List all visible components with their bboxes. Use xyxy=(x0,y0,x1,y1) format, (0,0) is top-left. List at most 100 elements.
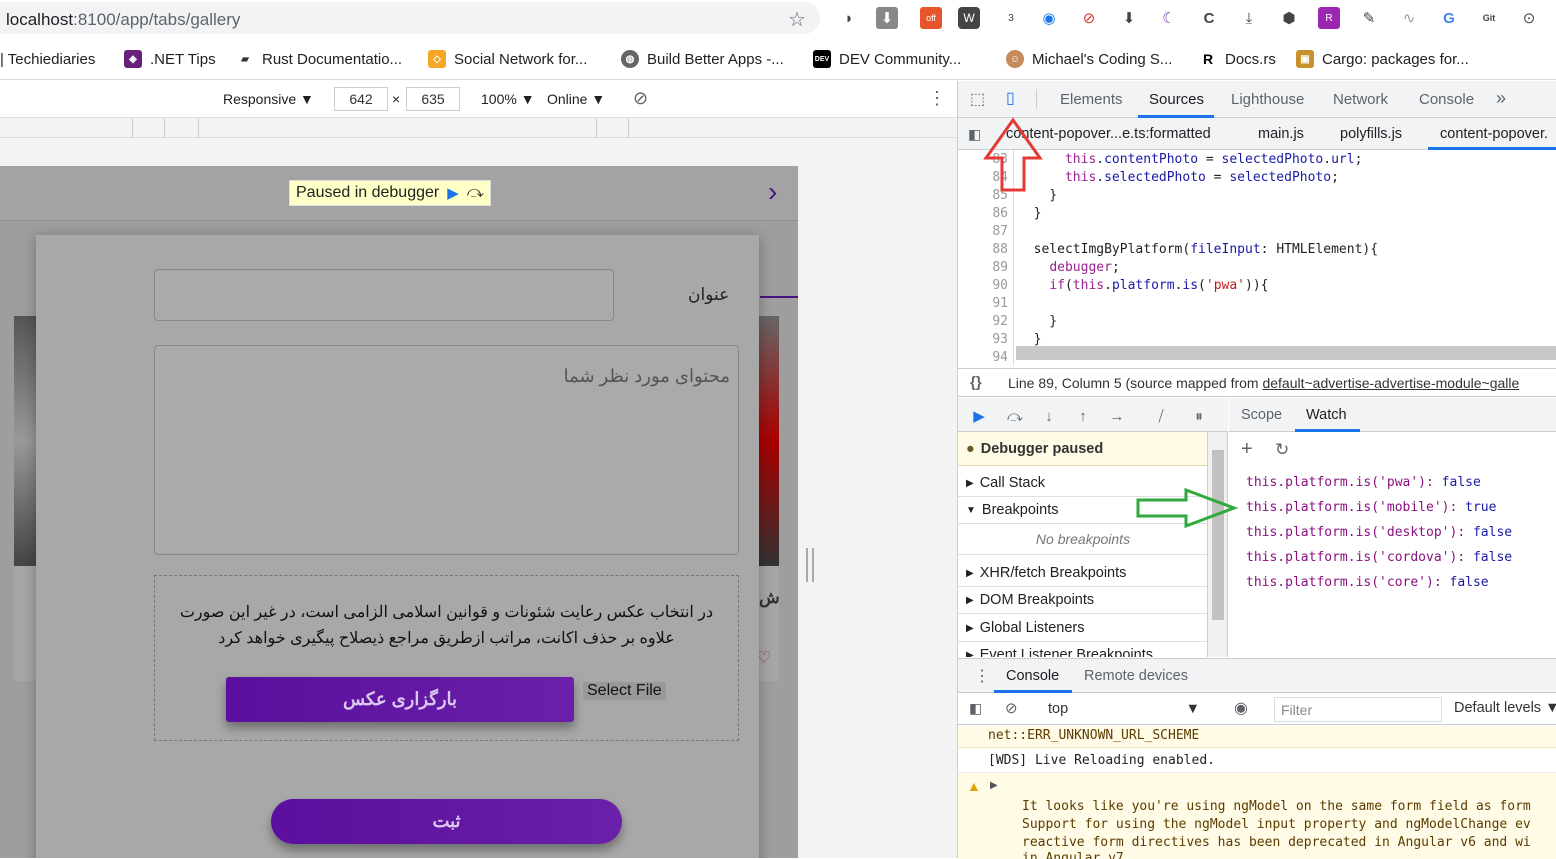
drawer-tab-console[interactable]: Console xyxy=(1006,668,1059,684)
watch-item[interactable]: this.platform.is('mobile'): true xyxy=(1246,500,1496,515)
tab-scope[interactable]: Scope xyxy=(1241,407,1282,423)
line-number[interactable]: 92 xyxy=(958,314,1008,329)
upload-photo-button[interactable]: بارگزاری عکس xyxy=(226,677,574,722)
pretty-print-icon[interactable]: {} xyxy=(970,374,982,391)
line-number[interactable]: 93 xyxy=(958,332,1008,347)
sidebar-scrollbar[interactable] xyxy=(1208,432,1228,657)
bookmark-1[interactable]: ◈ .NET Tips xyxy=(124,49,216,69)
log-levels-dropdown[interactable]: Default levels ▼ xyxy=(1454,700,1556,716)
drawer-menu-icon[interactable]: ⋮ xyxy=(974,666,990,686)
download-extension-icon[interactable]: ⬇ xyxy=(876,7,898,29)
more-tabs-button[interactable]: » xyxy=(1496,88,1506,109)
heart-icon[interactable]: ♡ xyxy=(757,648,771,668)
responsive-dropdown[interactable]: Responsive ▼ xyxy=(223,91,314,107)
watch-item[interactable]: this.platform.is('core'): false xyxy=(1246,575,1489,590)
step-over-button-icon[interactable]: ⤼ xyxy=(1004,406,1026,426)
width-input[interactable]: 642 xyxy=(334,87,388,111)
circle-extension-icon[interactable]: ◉ xyxy=(1038,7,1060,29)
down-circle-extension-icon[interactable]: ⬇ xyxy=(1118,7,1140,29)
add-watch-icon[interactable]: + xyxy=(1241,438,1253,461)
bookmark-6[interactable]: ☺ Michael's Coding S... xyxy=(1006,49,1172,69)
c-extension-icon[interactable]: C xyxy=(1198,7,1220,29)
file-tab-content-popover[interactable]: content-popover. xyxy=(1440,126,1548,142)
bookmark-0[interactable]: | Techiediaries xyxy=(0,49,95,69)
deactivate-breakpoints-icon[interactable]: ⧸ xyxy=(1150,406,1172,426)
resize-handle[interactable] xyxy=(806,548,814,582)
pause-on-exceptions-icon[interactable]: ⏸ xyxy=(1188,406,1210,426)
chevron-right-icon[interactable]: › xyxy=(768,176,777,208)
step-over-icon[interactable]: ⤼ xyxy=(467,184,484,202)
console-filter-input[interactable]: Filter xyxy=(1274,697,1442,722)
bookmark-8[interactable]: ▣ Cargo: packages for... xyxy=(1296,49,1469,69)
translate-extension-icon[interactable]: G xyxy=(1438,7,1460,29)
content-textarea[interactable]: محتوای مورد نظر شما xyxy=(154,345,739,555)
cube-extension-icon[interactable]: ⬢ xyxy=(1278,7,1300,29)
bookmark-5[interactable]: DEV DEV Community... xyxy=(813,49,961,69)
submit-button[interactable]: ثبت xyxy=(271,799,622,844)
extension-icon-1[interactable]: ◗ xyxy=(838,7,860,29)
bookmark-star-icon[interactable]: ☆ xyxy=(788,7,806,32)
bookmark-3[interactable]: ◇ Social Network for... xyxy=(428,49,587,69)
more-options-icon[interactable]: ⋮ xyxy=(928,88,946,109)
pen-extension-icon[interactable]: ✎ xyxy=(1358,7,1380,29)
bookmark-2[interactable]: ▰ Rust Documentatio... xyxy=(236,49,402,69)
expand-triangle-icon[interactable]: ▶ xyxy=(990,780,998,791)
section-xhr-breakpoints[interactable]: ▶ XHR/fetch Breakpoints xyxy=(958,560,1207,587)
inspect-element-icon[interactable]: ⬚ xyxy=(970,89,985,109)
height-input[interactable]: 635 xyxy=(406,87,460,111)
stack-extension-icon[interactable]: 3 xyxy=(1000,7,1022,29)
tab-lighthouse[interactable]: Lighthouse xyxy=(1231,91,1304,108)
watch-item[interactable]: this.platform.is('cordova'): false xyxy=(1246,550,1512,565)
step-into-icon[interactable]: ↓ xyxy=(1038,406,1060,426)
bookmark-4[interactable]: ◍ Build Better Apps -... xyxy=(621,49,784,69)
line-number[interactable]: 94 xyxy=(958,350,1008,365)
drawer-tab-remote-devices[interactable]: Remote devices xyxy=(1084,668,1188,684)
json-extension-icon[interactable]: ⊙ xyxy=(1518,7,1540,29)
tab-console[interactable]: Console xyxy=(1419,91,1474,108)
step-out-icon[interactable]: ↑ xyxy=(1072,406,1094,426)
section-global-listeners[interactable]: ▶ Global Listeners xyxy=(958,615,1207,642)
watch-item[interactable]: this.platform.is('desktop'): false xyxy=(1246,525,1512,540)
context-select[interactable]: top ▼ xyxy=(1040,697,1208,721)
wave-extension-icon[interactable]: ∿ xyxy=(1398,7,1420,29)
line-number[interactable]: 87 xyxy=(958,224,1008,239)
gitzip-extension-icon[interactable]: Git xyxy=(1478,7,1500,29)
tab-elements[interactable]: Elements xyxy=(1060,91,1123,108)
refresh-watch-icon[interactable]: ↻ xyxy=(1275,440,1289,460)
source-map-link[interactable]: default~advertise-advertise-module~galle xyxy=(1262,375,1519,391)
line-number[interactable]: 88 xyxy=(958,242,1008,257)
rotate-icon[interactable]: ⊘ xyxy=(633,88,648,109)
media-query-ruler[interactable] xyxy=(0,118,957,138)
tab-watch[interactable]: Watch xyxy=(1306,407,1347,423)
w-extension-icon[interactable]: W xyxy=(958,7,980,29)
title-input[interactable] xyxy=(154,269,614,321)
scrollbar-thumb[interactable] xyxy=(1212,450,1224,620)
line-number[interactable]: 86 xyxy=(958,206,1008,221)
section-event-listener-breakpoints[interactable]: ▶ Event Listener Breakpoints xyxy=(958,642,1207,657)
line-number[interactable]: 89 xyxy=(958,260,1008,275)
file-tab-main[interactable]: main.js xyxy=(1258,126,1304,142)
resume-icon[interactable]: ▶ xyxy=(447,184,459,202)
select-file-button[interactable]: Select File xyxy=(583,682,666,700)
bookmark-7[interactable]: R Docs.rs xyxy=(1199,49,1276,69)
resume-button-icon[interactable]: ▶ xyxy=(968,406,990,426)
moon-extension-icon[interactable]: ☾ xyxy=(1158,7,1180,29)
file-tab-polyfills[interactable]: polyfills.js xyxy=(1340,126,1402,142)
blocked-extension-icon[interactable]: ⊘ xyxy=(1078,7,1100,29)
zoom-dropdown[interactable]: 100% ▼ xyxy=(481,91,535,107)
watch-item[interactable]: this.platform.is('pwa'): false xyxy=(1246,475,1481,490)
off-extension-icon[interactable]: off xyxy=(920,7,942,29)
line-number[interactable]: 91 xyxy=(958,296,1008,311)
network-dropdown[interactable]: Online ▼ xyxy=(547,91,605,107)
clear-console-icon[interactable]: ⊘ xyxy=(1005,699,1018,717)
tab-sources[interactable]: Sources xyxy=(1149,91,1204,108)
live-expression-eye-icon[interactable]: ◉ xyxy=(1234,698,1248,718)
download-arrow-icon[interactable]: ⤓ xyxy=(1238,7,1260,29)
tab-network[interactable]: Network xyxy=(1333,91,1388,108)
section-dom-breakpoints[interactable]: ▶ DOM Breakpoints xyxy=(958,587,1207,614)
device-toggle-icon[interactable]: ▯ xyxy=(1006,88,1015,108)
step-icon[interactable]: → xyxy=(1106,406,1128,426)
horizontal-scrollbar[interactable] xyxy=(1016,346,1556,360)
omnibox[interactable]: localhost:8100/app/tabs/gallery ☆ xyxy=(0,2,820,34)
console-sidebar-icon[interactable]: ◧ xyxy=(969,700,982,717)
